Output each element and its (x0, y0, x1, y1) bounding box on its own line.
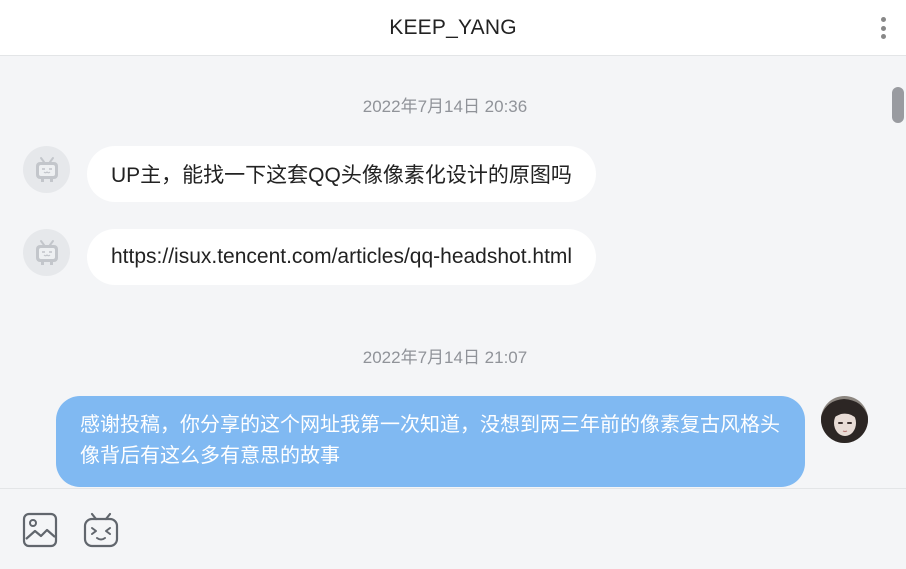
message-list[interactable]: 2022年7月14日 20:36 UP主，能找一下这套QQ头像像素化设计的原图吗 (0, 57, 906, 488)
bilibili-tv-avatar-icon[interactable] (23, 146, 70, 193)
bilibili-tv-avatar-icon[interactable] (23, 229, 70, 276)
scrollbar-thumb[interactable] (892, 87, 904, 123)
bilibili-emoji-icon[interactable] (82, 511, 120, 549)
timestamp: 2022年7月14日 21:07 (362, 348, 528, 367)
chat-title: KEEP_YANG (389, 15, 517, 39)
chat-header: KEEP_YANG (0, 0, 906, 56)
incoming-link-bubble[interactable]: https://isux.tencent.com/articles/qq-hea… (87, 229, 597, 285)
outgoing-message-bubble[interactable]: 感谢投稿，你分享的这个网址我第一次知道，没想到两三年前的像素复古风格头像背后有这… (56, 396, 805, 487)
input-toolbar (0, 488, 906, 569)
user-photo-avatar[interactable] (821, 396, 868, 443)
timestamp: 2022年7月14日 20:36 (362, 97, 528, 116)
more-icon[interactable] (878, 15, 888, 41)
image-icon[interactable] (21, 511, 59, 549)
incoming-message-bubble[interactable]: UP主，能找一下这套QQ头像像素化设计的原图吗 (87, 146, 596, 202)
